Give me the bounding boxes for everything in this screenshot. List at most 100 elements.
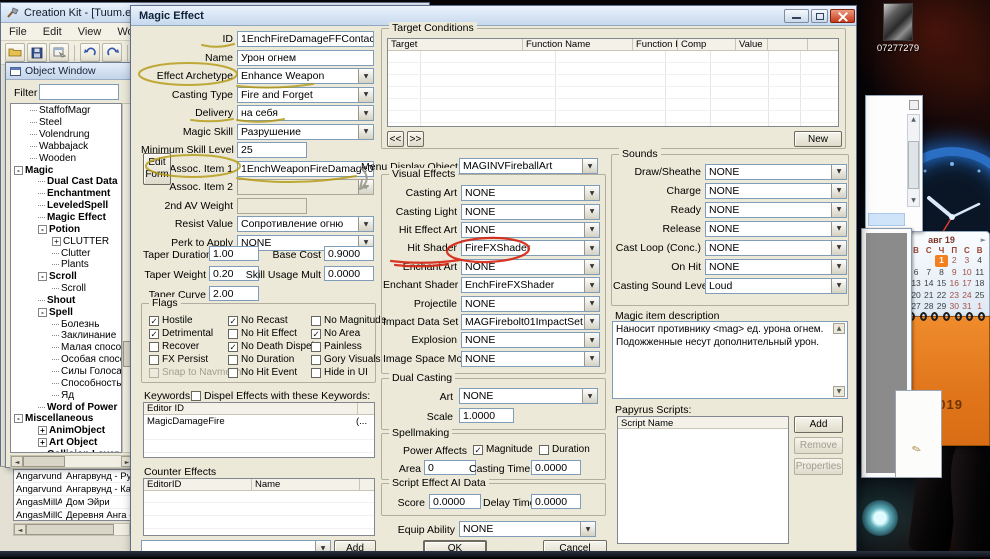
tree-item[interactable]: Силы Голоса: [11, 366, 121, 378]
column-header[interactable]: Editor ID: [144, 403, 358, 414]
calendar-date[interactable]: 8: [935, 267, 948, 279]
script-properties-button[interactable]: Properties: [794, 458, 843, 475]
calendar-date[interactable]: 25: [973, 290, 986, 302]
flag-checkbox[interactable]: Hide in UI: [311, 366, 375, 379]
column-header[interactable]: [804, 39, 808, 50]
tree-expander-icon[interactable]: +: [52, 237, 61, 246]
dropdown-arrow-icon[interactable]: [584, 315, 599, 329]
flag-checkbox[interactable]: No Duration: [228, 353, 311, 366]
tree-expander-icon[interactable]: +: [38, 438, 47, 447]
dropdown-arrow-icon[interactable]: [358, 125, 373, 139]
checkbox-box[interactable]: [191, 391, 201, 401]
scroll-left-icon[interactable]: ◄: [14, 524, 26, 535]
tree-item[interactable]: Volendrung: [11, 129, 121, 141]
tree-item[interactable]: Wooden: [11, 152, 121, 164]
flag-checkbox[interactable]: FX Persist: [149, 353, 228, 366]
tree-item[interactable]: Малая способн: [11, 342, 121, 354]
list-item[interactable]: AngasMillC... Деревня Анга -: [14, 509, 133, 521]
field-combo[interactable]: NONE: [461, 332, 600, 348]
calendar-date[interactable]: 30: [948, 301, 961, 313]
field-value[interactable]: Enhance Weapon: [237, 68, 374, 84]
dropdown-arrow-icon[interactable]: [580, 522, 595, 536]
tree-item[interactable]: Word of Power: [11, 401, 121, 413]
filter-input[interactable]: [39, 84, 119, 100]
skill-usage-input[interactable]: 0.0000: [324, 266, 374, 281]
dispel-checkbox[interactable]: Dispel Effects with these Keywords:: [191, 390, 370, 402]
scrollbar-thumb[interactable]: [23, 456, 65, 467]
field-combo[interactable]: FireFXShader: [461, 240, 600, 256]
calendar-date[interactable]: 4: [973, 255, 986, 267]
scroll-up-icon[interactable]: ▲: [833, 323, 845, 334]
dropdown-arrow-icon[interactable]: [584, 260, 599, 274]
column-header[interactable]: Target: [388, 39, 523, 50]
field-combo[interactable]: NONE: [461, 222, 600, 238]
calendar-date[interactable]: 7: [922, 267, 935, 279]
flag-checkbox[interactable]: No Recast: [228, 314, 311, 327]
field-value[interactable]: Fire and Forget: [237, 87, 374, 103]
calendar-date[interactable]: 18: [973, 278, 986, 290]
tree-item[interactable]: - Magic: [11, 164, 121, 176]
column-header[interactable]: Function Name: [523, 39, 633, 50]
tree-item[interactable]: StaffofMagr: [11, 105, 121, 117]
horizontal-scrollbar[interactable]: ◄ ►: [10, 455, 134, 468]
flag-checkbox[interactable]: No Death Dispel: [228, 340, 311, 353]
taskbar[interactable]: [0, 551, 990, 557]
minimize-button[interactable]: [784, 9, 809, 23]
field-value[interactable]: 1EnchFireDamageFFContact1: [237, 31, 374, 47]
preferences-button[interactable]: [49, 43, 69, 62]
flag-checkbox[interactable]: Painless: [311, 340, 375, 353]
vertical-scrollbar[interactable]: ▲ ▼: [907, 114, 920, 207]
calendar-date[interactable]: 16: [948, 278, 961, 290]
calendar-date[interactable]: 22: [935, 290, 948, 302]
dropdown-arrow-icon[interactable]: [831, 184, 846, 198]
field-value[interactable]: на себя: [237, 105, 374, 121]
tree-item[interactable]: LeveledSpell: [11, 200, 121, 212]
field-combo[interactable]: Loud: [705, 278, 847, 294]
list-item[interactable]: AngasMillA... Дом Эйри: [14, 496, 133, 509]
field-combo[interactable]: EnchFireFXShader: [461, 277, 600, 293]
calendar-date[interactable]: 31: [961, 301, 974, 313]
tree-item[interactable]: Способность: [11, 377, 121, 389]
column-header[interactable]: Script Name: [618, 417, 788, 430]
checkbox-box[interactable]: [539, 445, 549, 455]
dropdown-arrow-icon[interactable]: [358, 88, 373, 102]
checkbox-box[interactable]: [228, 355, 238, 365]
dropdown-arrow-icon[interactable]: [831, 241, 846, 255]
field-value[interactable]: Урон огнем: [237, 50, 374, 66]
scroll-left-icon[interactable]: ◄: [11, 456, 23, 467]
tree-item[interactable]: Болезнь: [11, 318, 121, 330]
close-button[interactable]: [830, 9, 855, 23]
tree-item[interactable]: + Art Object: [11, 437, 121, 449]
tree-expander-icon[interactable]: -: [38, 225, 47, 234]
checkbox-box[interactable]: [149, 355, 159, 365]
casting-time-input[interactable]: 0.0000: [531, 460, 581, 475]
field-combo[interactable]: NONE: [705, 240, 847, 256]
calendar-date[interactable]: 14: [922, 278, 935, 290]
tree-item[interactable]: - Scroll: [11, 271, 121, 283]
checkbox-box[interactable]: [149, 329, 159, 339]
flag-checkbox[interactable]: Recover: [149, 340, 228, 353]
tree-item[interactable]: Заклинание: [11, 330, 121, 342]
tree-item[interactable]: Особая способ: [11, 354, 121, 366]
condition-up-button[interactable]: <<: [387, 131, 404, 147]
new-condition-button[interactable]: New: [794, 131, 842, 147]
dropdown-arrow-icon[interactable]: [831, 165, 846, 179]
keyword-row[interactable]: MagicDamageFire (...: [144, 415, 374, 427]
scroll-up-icon[interactable]: ▲: [908, 115, 919, 125]
dropdown-arrow-icon[interactable]: [831, 279, 846, 293]
taper-duration-input[interactable]: 1.00: [209, 246, 259, 261]
field-combo[interactable]: NONE: [461, 185, 600, 201]
tree-item[interactable]: - Spell: [11, 306, 121, 318]
checkbox-box[interactable]: [149, 342, 159, 352]
calendar-date[interactable]: 2: [948, 255, 961, 267]
dropdown-arrow-icon[interactable]: [358, 69, 373, 83]
scale-input[interactable]: 1.0000: [459, 408, 514, 423]
calendar-date[interactable]: 3: [961, 255, 974, 267]
scrollbar-thumb[interactable]: [26, 524, 114, 535]
dropdown-arrow-icon[interactable]: [831, 203, 846, 217]
calendar-date[interactable]: 9: [948, 267, 961, 279]
calendar-date[interactable]: [922, 255, 935, 267]
undo-button[interactable]: [80, 43, 100, 62]
field-combo[interactable]: NONE: [461, 259, 600, 275]
tree-item[interactable]: Shout: [11, 295, 121, 307]
